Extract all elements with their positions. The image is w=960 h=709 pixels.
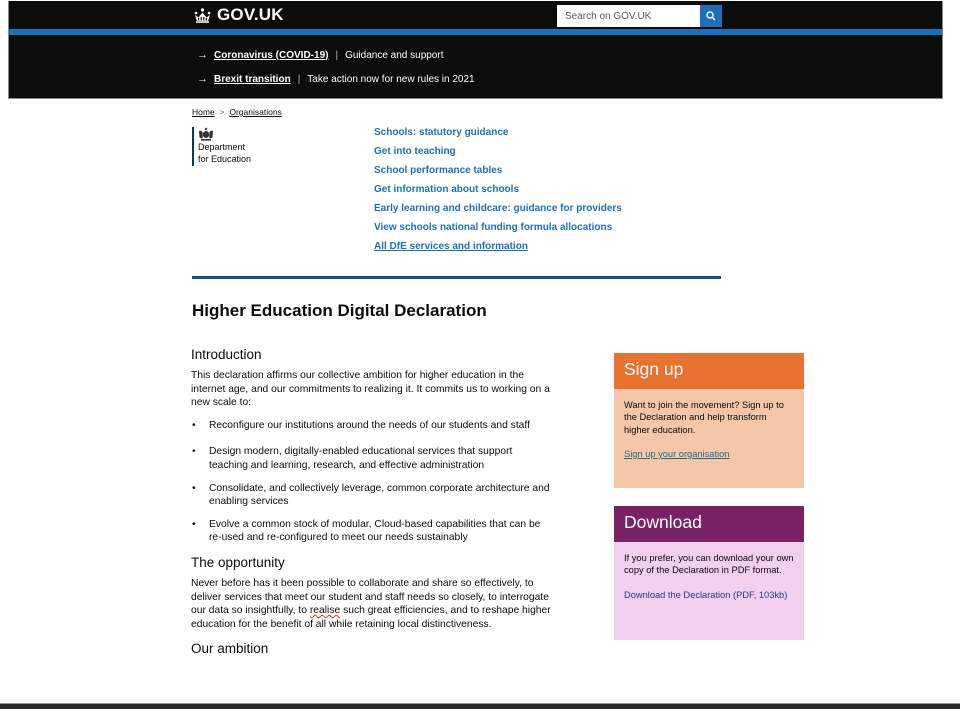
list-item: Consolidate, and collectively leverage, …: [191, 482, 551, 509]
quick-link-item: Get into teaching: [374, 146, 622, 165]
quick-link-item: School performance tables: [374, 165, 622, 184]
link-all-dfe-services[interactable]: All DfE services and information: [374, 241, 528, 252]
organisation-logo[interactable]: Department for Education: [192, 127, 251, 166]
commitments-list: Reconfigure our institutions around the …: [191, 419, 551, 545]
opportunity-text: Never before has it been possible to col…: [191, 577, 551, 631]
window-bottom-edge: [0, 703, 960, 709]
govuk-logo-link[interactable]: GOV.UK: [193, 5, 284, 25]
search-form: [557, 5, 722, 27]
list-item: Evolve a common stock of modular, Cloud-…: [191, 518, 551, 545]
search-input[interactable]: [557, 5, 700, 27]
quick-links-list: Schools: statutory guidance Get into tea…: [374, 127, 622, 260]
link-get-into-teaching[interactable]: Get into teaching: [374, 146, 456, 157]
org-name-line2: for Education: [198, 153, 252, 164]
main-content: Introduction This declaration affirms ou…: [191, 346, 551, 663]
link-early-learning-childcare[interactable]: Early learning and childcare: guidance f…: [374, 203, 622, 214]
signup-body: Want to join the movement? Sign up to th…: [614, 389, 804, 470]
breadcrumb-organisations[interactable]: Organisations: [229, 107, 281, 117]
download-declaration-link[interactable]: Download the Declaration (PDF, 103kb): [624, 590, 787, 600]
arrow-right-icon: →: [197, 73, 208, 85]
brexit-link[interactable]: Brexit transition: [214, 74, 291, 85]
ambition-heading: Our ambition: [191, 641, 269, 657]
separator: |: [297, 73, 301, 85]
link-school-performance-tables[interactable]: School performance tables: [374, 165, 502, 176]
download-body: If you prefer, you can download your own…: [614, 542, 804, 611]
site-header: GOV.UK → Coronavirus (COVID-19) | Guidan…: [8, 1, 943, 99]
quick-link-item: View schools national funding formula al…: [374, 222, 622, 241]
link-funding-formula-allocations[interactable]: View schools national funding formula al…: [374, 222, 612, 233]
page-title: Higher Education Digital Declaration: [192, 301, 487, 320]
org-name-line1: Department: [198, 142, 246, 152]
covid-link[interactable]: Coronavirus (COVID-19): [214, 50, 328, 61]
download-heading: Download: [614, 506, 804, 542]
link-information-about-schools[interactable]: Get information about schools: [374, 184, 519, 195]
signup-panel: Sign up Want to join the movement? Sign …: [614, 353, 804, 488]
signup-text: Want to join the movement? Sign up to th…: [624, 400, 784, 435]
notice-covid: → Coronavirus (COVID-19) | Guidance and …: [197, 49, 443, 61]
search-icon: [706, 11, 716, 21]
notice-brexit: → Brexit transition | Take action now fo…: [197, 73, 475, 85]
chevron-right-icon: >: [219, 107, 225, 117]
crown-icon: [194, 7, 211, 23]
brexit-notice-text: Take action now for new rules in 2021: [307, 73, 475, 85]
separator: |: [335, 49, 339, 61]
header-accent-bar: [9, 29, 942, 35]
quick-link-item: All DfE services and information: [374, 241, 622, 260]
quick-link-item: Schools: statutory guidance: [374, 127, 622, 146]
logo-text: GOV.UK: [217, 5, 284, 24]
royal-crest-icon: [199, 127, 213, 141]
download-text: If you prefer, you can download your own…: [624, 553, 794, 576]
spellcheck-word: realise: [309, 605, 341, 617]
quick-link-item: Get information about schools: [374, 184, 622, 203]
introduction-text: This declaration affirms our collective …: [191, 370, 550, 409]
arrow-right-icon: →: [197, 49, 208, 61]
introduction-heading: Introduction: [191, 347, 262, 362]
opportunity-heading: The opportunity: [191, 554, 285, 570]
list-item: Reconfigure our institutions around the …: [191, 419, 551, 433]
signup-heading: Sign up: [614, 353, 804, 389]
section-divider: [192, 276, 721, 279]
covid-notice-text: Guidance and support: [345, 49, 444, 61]
signup-organisation-link[interactable]: Sign up your organisation: [624, 449, 729, 459]
breadcrumb: Home > Organisations: [192, 107, 282, 117]
quick-link-item: Early learning and childcare: guidance f…: [374, 203, 622, 222]
search-button[interactable]: [700, 5, 722, 27]
header-top: GOV.UK: [9, 1, 942, 29]
download-panel: Download If you prefer, you can download…: [614, 506, 804, 640]
breadcrumb-home[interactable]: Home: [192, 107, 215, 117]
list-item: Design modern, digitally-enabled educati…: [191, 445, 551, 472]
link-schools-statutory-guidance[interactable]: Schools: statutory guidance: [374, 127, 508, 138]
